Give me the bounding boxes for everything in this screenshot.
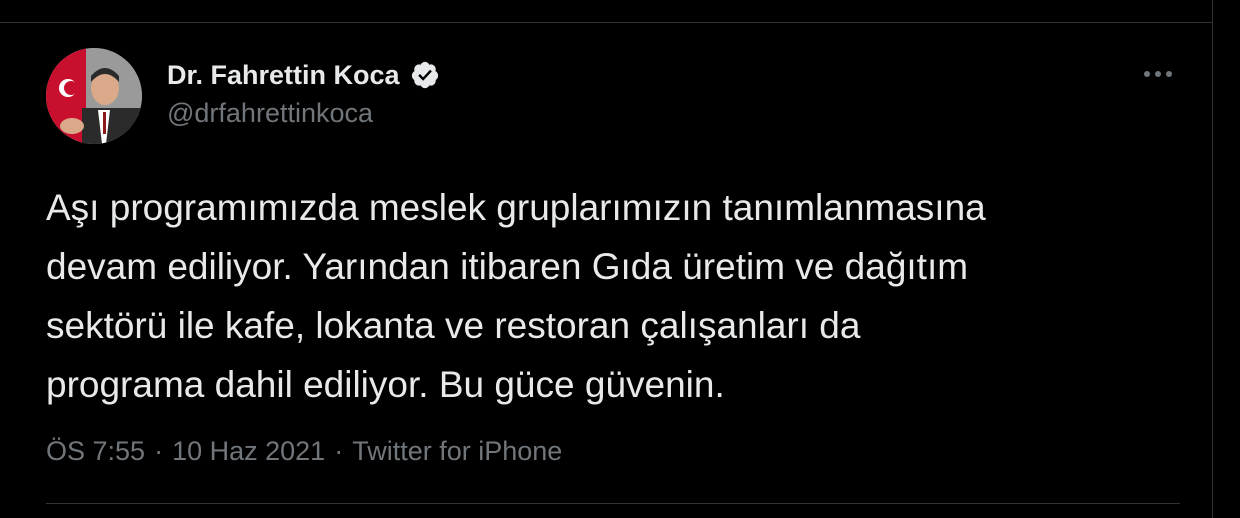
tweet-client[interactable]: Twitter for iPhone (352, 436, 562, 467)
tweet-meta: ÖS 7:55 · 10 Haz 2021 · Twitter for iPho… (46, 436, 562, 467)
avatar[interactable] (46, 48, 142, 144)
tweet-text: Aşı programımızda meslek gruplarımızın t… (46, 187, 986, 405)
verified-badge-icon (410, 60, 440, 90)
bottom-divider (46, 503, 1180, 504)
tweet-page: Dr. Fahrettin Koca @drfahrettinkoca Aşı … (0, 0, 1240, 518)
tweet-time[interactable]: ÖS 7:55 (46, 436, 145, 467)
top-divider (0, 22, 1213, 23)
tweet-date[interactable]: 10 Haz 2021 (172, 436, 325, 467)
avatar-photo (46, 48, 142, 144)
author-name-row: Dr. Fahrettin Koca (167, 58, 440, 92)
meta-separator: · (154, 436, 164, 466)
more-options-icon[interactable] (1140, 62, 1176, 86)
meta-separator: · (334, 436, 344, 466)
author-handle[interactable]: @drfahrettinkoca (167, 98, 373, 129)
display-name[interactable]: Dr. Fahrettin Koca (167, 60, 400, 91)
